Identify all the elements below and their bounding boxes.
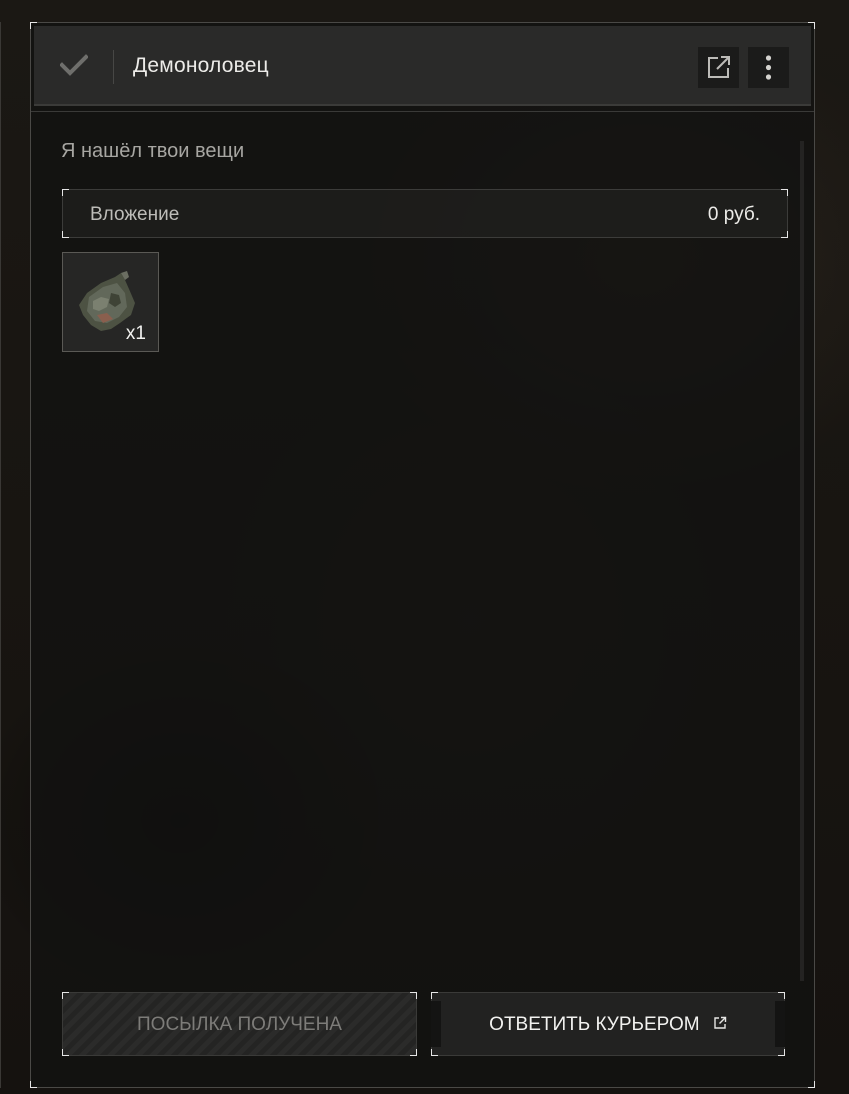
mail-header: Демоноловец — [34, 26, 811, 106]
button-notch — [775, 1001, 785, 1047]
package-received-button[interactable]: ПОСЫЛКА ПОЛУЧЕНА — [62, 992, 417, 1056]
corner-marker — [808, 1081, 815, 1088]
attachment-row: Вложение 0 руб. — [62, 189, 788, 238]
corner-marker — [410, 992, 417, 999]
item-quantity: x1 — [125, 323, 146, 344]
button-notch — [431, 1001, 441, 1047]
corner-marker — [778, 992, 785, 999]
vertical-dots-icon — [765, 55, 772, 80]
corner-marker — [431, 1049, 438, 1056]
corner-marker — [62, 992, 69, 999]
corner-marker — [62, 231, 69, 238]
reply-courier-button[interactable]: ОТВЕТИТЬ КУРЬЕРОМ — [431, 992, 785, 1056]
corner-marker — [62, 189, 69, 196]
corner-marker — [431, 992, 438, 999]
adjacent-panel-edge — [0, 22, 3, 1088]
header-separator — [31, 111, 814, 112]
checkmark-icon[interactable] — [59, 54, 89, 76]
corner-marker — [30, 1081, 37, 1088]
header-divider — [113, 50, 114, 84]
corner-marker — [781, 231, 788, 238]
reply-courier-label: ОТВЕТИТЬ КУРЬЕРОМ — [489, 1014, 700, 1035]
open-external-button[interactable] — [698, 47, 739, 88]
attachment-label: Вложение — [90, 204, 180, 225]
attachment-value: 0 руб. — [707, 204, 760, 225]
corner-marker — [781, 189, 788, 196]
external-link-icon — [708, 56, 730, 78]
more-options-button[interactable] — [748, 47, 789, 88]
scrollbar-track[interactable] — [800, 141, 804, 981]
mail-panel: Демоноловец Я нашёл твои вещи Вложение 0… — [30, 22, 815, 1088]
package-received-label: ПОСЫЛКА ПОЛУЧЕНА — [137, 1014, 342, 1035]
sender-name: Демоноловец — [133, 54, 269, 77]
corner-marker — [62, 1049, 69, 1056]
corner-marker — [778, 1049, 785, 1056]
corner-marker — [410, 1049, 417, 1056]
external-link-icon — [714, 1016, 727, 1029]
mail-subject: Я нашёл твои вещи — [61, 140, 245, 162]
attached-item-slot[interactable]: x1 — [62, 252, 159, 352]
